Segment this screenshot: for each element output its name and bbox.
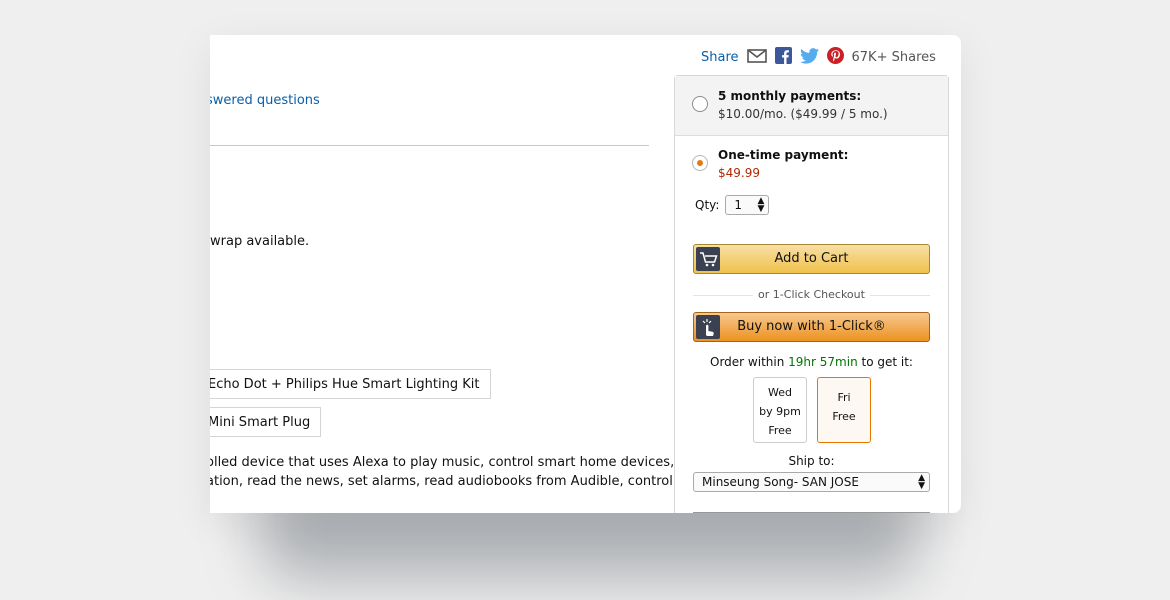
gift-wrap-text: wrap available. <box>210 234 310 249</box>
monthly-title: 5 monthly payments: <box>718 89 862 103</box>
order-countdown: 19hr 57min <box>788 355 858 369</box>
answered-questions-link[interactable]: swered questions <box>210 93 320 108</box>
description-line: olled device that uses Alexa to play mus… <box>210 455 675 470</box>
bundle-option-label: Mini Smart Plug <box>210 415 311 430</box>
add-to-cart-label: Add to Cart <box>774 251 849 266</box>
one-time-price: $49.99 <box>718 166 760 180</box>
bundle-option-hue-kit[interactable]: Echo Dot + Philips Hue Smart Lighting Ki… <box>210 369 491 399</box>
add-to-cart-button[interactable]: Add to Cart <box>693 244 930 274</box>
order-prefix: Order within <box>710 355 789 369</box>
delivery-day: Fri <box>837 391 851 404</box>
qty-select[interactable]: 1 ▲ ▼ <box>725 195 770 215</box>
monthly-radio[interactable] <box>692 96 708 112</box>
product-description: olled device that uses Alexa to play mus… <box>210 453 675 491</box>
select-arrows-icon: ▲ ▼ <box>757 196 765 214</box>
delivery-option-wed[interactable]: Wed by 9pm Free <box>753 377 807 443</box>
divider <box>210 145 649 146</box>
pinterest-icon[interactable] <box>826 47 844 68</box>
email-icon[interactable] <box>746 48 767 67</box>
product-page-card: swered questions wrap available. Echo Do… <box>210 35 961 513</box>
delivery-cost: Free <box>832 410 856 423</box>
divider <box>693 512 930 513</box>
order-suffix: to get it: <box>857 355 913 369</box>
ship-to-value: Minseung Song- SAN JOSE <box>702 475 859 489</box>
monthly-detail: $10.00/mo. ($49.99 / 5 mo.) <box>718 107 888 121</box>
ship-to-label: Ship to: <box>788 454 835 468</box>
bundle-option-smart-plug[interactable]: Mini Smart Plug <box>210 407 322 437</box>
qty-label: Qty: <box>695 198 720 212</box>
share-bar: Share 67K+ Shares <box>701 47 936 68</box>
cart-icon <box>696 247 720 271</box>
qty-value: 1 <box>734 198 743 212</box>
one-time-radio[interactable] <box>692 155 708 171</box>
quantity-row: Qty: 1 ▲ ▼ <box>695 195 770 215</box>
delivery-day: Wed <box>768 386 792 399</box>
order-within: Order within 19hr 57min to get it: <box>675 355 948 369</box>
delivery-time: by 9pm <box>759 405 801 418</box>
select-arrows-icon: ▲ ▼ <box>918 473 925 491</box>
bundle-option-label: Echo Dot + Philips Hue Smart Lighting Ki… <box>210 377 480 392</box>
buy-now-label: Buy now with 1-Click® <box>737 319 886 334</box>
buy-box: 5 monthly payments: $10.00/mo. ($49.99 /… <box>674 75 949 513</box>
delivery-option-fri[interactable]: Fri Free <box>817 377 871 443</box>
delivery-cost: Free <box>768 424 792 437</box>
monthly-payment-option[interactable]: 5 monthly payments: $10.00/mo. ($49.99 /… <box>675 76 948 136</box>
one-click-divider: or 1-Click Checkout <box>693 288 930 301</box>
one-time-title: One-time payment: <box>718 148 849 162</box>
share-count: 67K+ Shares <box>851 50 936 65</box>
facebook-icon[interactable] <box>774 47 792 68</box>
share-link[interactable]: Share <box>701 50 739 65</box>
buy-now-button[interactable]: Buy now with 1-Click® <box>693 312 930 342</box>
pointer-hand-icon <box>696 315 720 339</box>
description-line: ation, read the news, set alarms, read a… <box>210 474 673 489</box>
twitter-icon[interactable] <box>799 47 819 68</box>
ship-to-select[interactable]: Minseung Song- SAN JOSE ▲ ▼ <box>693 472 930 492</box>
